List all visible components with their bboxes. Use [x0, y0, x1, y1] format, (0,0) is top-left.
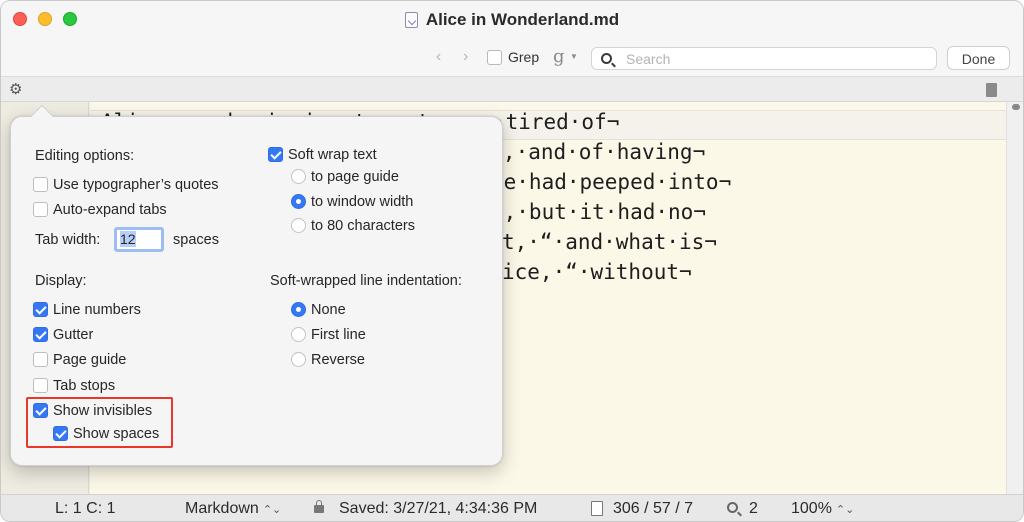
- title-bar: Alice in Wonderland.md: [1, 1, 1023, 39]
- zoom-level: 100%: [791, 500, 832, 517]
- document-info-icon[interactable]: [986, 83, 997, 97]
- window-title-area: Alice in Wonderland.md: [1, 1, 1023, 39]
- indent-first-line-radio[interactable]: [291, 327, 306, 342]
- editor-toolbar: ⚙: [1, 78, 1023, 102]
- done-button[interactable]: Done: [947, 46, 1010, 70]
- language-popup[interactable]: Markdown ⌃⌄: [185, 500, 281, 518]
- find-bar: ‹ › Grep g ▼ Done: [1, 39, 1023, 77]
- wrap-80-chars-label: to 80 characters: [311, 218, 415, 234]
- line-numbers-label: Line numbers: [53, 302, 141, 318]
- next-match-button[interactable]: ›: [463, 48, 468, 66]
- tab-width-field[interactable]: 12: [114, 227, 164, 252]
- wrap-window-width-label: to window width: [311, 194, 414, 210]
- magnifier-icon: [727, 502, 738, 513]
- tab-width-value: 12: [120, 231, 136, 247]
- status-bar: L: 1 C: 1 Markdown ⌃⌄ Saved: 3/27/21, 4:3…: [1, 494, 1023, 521]
- editor-line: he·had·peeped·into¬: [491, 170, 732, 194]
- editing-options-heading: Editing options:: [35, 148, 135, 164]
- indent-first-line-label: First line: [311, 327, 366, 343]
- text-options-popover: Editing options: Use typographer’s quote…: [10, 116, 503, 466]
- window-title: Alice in Wonderland.md: [425, 10, 620, 29]
- document-icon: [404, 12, 418, 28]
- tab-width-label: Tab width:: [35, 232, 101, 248]
- wrap-80-chars-radio[interactable]: [291, 218, 306, 233]
- typographer-quotes-checkbox[interactable]: [33, 177, 48, 192]
- grep-checkbox[interactable]: [487, 50, 502, 65]
- indent-reverse-radio[interactable]: [291, 352, 306, 367]
- editor-line: ice,·“·without¬: [502, 260, 692, 284]
- annotation-highlight-box: [26, 397, 173, 448]
- gear-icon[interactable]: ⚙: [9, 80, 22, 98]
- vertical-scrollbar[interactable]: [1006, 102, 1023, 494]
- tab-stops-checkbox[interactable]: [33, 378, 48, 393]
- indentation-heading: Soft-wrapped line indentation:: [270, 273, 462, 289]
- page-guide-label: Page guide: [53, 352, 127, 368]
- auto-expand-tabs-checkbox[interactable]: [33, 202, 48, 217]
- soft-wrap-label: Soft wrap text: [288, 147, 377, 163]
- scrollbar-thumb[interactable]: [1012, 104, 1020, 110]
- auto-expand-tabs-label: Auto-expand tabs: [53, 202, 167, 218]
- grep-label: Grep: [508, 49, 540, 65]
- editor-line: t,·“·and·what·is¬: [502, 230, 717, 254]
- grep-pattern-menu[interactable]: g: [553, 46, 565, 67]
- tab-stops-label: Tab stops: [53, 378, 116, 394]
- indent-reverse-label: Reverse: [311, 352, 365, 368]
- document-counts[interactable]: 306 / 57 / 7: [613, 500, 693, 518]
- updown-chevron-icon: ⌃⌄: [835, 504, 855, 516]
- previous-match-button[interactable]: ‹: [436, 48, 441, 66]
- wrap-window-width-radio[interactable]: [291, 194, 306, 209]
- wrap-page-guide-radio[interactable]: [291, 169, 306, 184]
- spaces-label: spaces: [173, 232, 219, 248]
- gutter-label: Gutter: [53, 327, 94, 343]
- match-count[interactable]: 2: [749, 500, 758, 518]
- cursor-position[interactable]: L: 1 C: 1: [55, 500, 115, 518]
- updown-chevron-icon: ⌃⌄: [262, 504, 282, 516]
- search-field[interactable]: [591, 47, 937, 70]
- indent-none-label: None: [311, 302, 346, 318]
- language-label: Markdown: [185, 500, 259, 517]
- page-guide-checkbox[interactable]: [33, 352, 48, 367]
- saved-status: Saved: 3/27/21, 4:34:36 PM: [339, 500, 538, 517]
- chevron-down-icon: ▼: [570, 52, 578, 61]
- indent-none-radio[interactable]: [291, 302, 306, 317]
- lock-icon[interactable]: [314, 500, 324, 513]
- line-numbers-checkbox[interactable]: [33, 302, 48, 317]
- editor-line: g,·but·it·had·no¬: [491, 200, 706, 224]
- typographer-quotes-label: Use typographer’s quotes: [53, 177, 219, 193]
- display-heading: Display:: [35, 273, 87, 289]
- soft-wrap-checkbox[interactable]: [268, 147, 283, 162]
- app-window: Alice in Wonderland.md ‹ › Grep g ▼ Done…: [0, 0, 1024, 522]
- search-icon: [601, 53, 612, 64]
- gutter-checkbox[interactable]: [33, 327, 48, 342]
- page-icon: [591, 501, 603, 516]
- zoom-popup[interactable]: 100% ⌃⌄: [791, 500, 854, 518]
- search-input[interactable]: [624, 50, 924, 68]
- wrap-page-guide-label: to page guide: [311, 169, 399, 185]
